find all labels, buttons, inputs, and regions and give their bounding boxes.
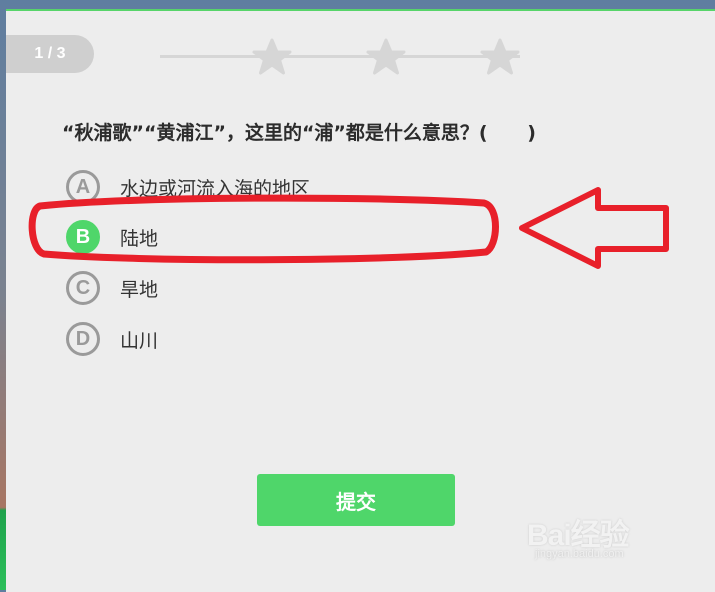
- option-label: 山川: [120, 329, 159, 352]
- option-label: 水边或河流入海的地区: [120, 177, 311, 200]
- option-b[interactable]: B 陆地: [66, 215, 666, 259]
- question-counter: 1 / 3: [6, 35, 94, 73]
- option-d[interactable]: D 山川: [66, 317, 666, 361]
- quiz-card: 1 / 3 “秋浦歌”“黄浦江”，这里的“浦”都是什么意思？( ) A 水边或河…: [6, 9, 715, 592]
- progress-star-icon: [480, 38, 520, 75]
- progress-star-icon: [366, 38, 406, 75]
- option-label: 陆地: [120, 227, 159, 250]
- option-label: 旱地: [120, 278, 159, 301]
- progress-track: [160, 55, 520, 58]
- baidu-watermark: Bai经验 jingyan.baidu.com: [527, 510, 677, 572]
- option-a[interactable]: A 水边或河流入海的地区: [66, 165, 666, 209]
- question-text: “秋浦歌”“黄浦江”，这里的“浦”都是什么意思？( ): [62, 122, 536, 144]
- option-letter-a: A: [66, 170, 100, 204]
- option-letter-c: C: [66, 271, 100, 305]
- progress-star-icon: [252, 38, 292, 75]
- submit-button[interactable]: 提交: [257, 474, 455, 526]
- watermark-url: jingyan.baidu.com: [535, 548, 624, 560]
- option-letter-b: B: [66, 220, 100, 254]
- option-letter-d: D: [66, 322, 100, 356]
- option-c[interactable]: C 旱地: [66, 266, 666, 310]
